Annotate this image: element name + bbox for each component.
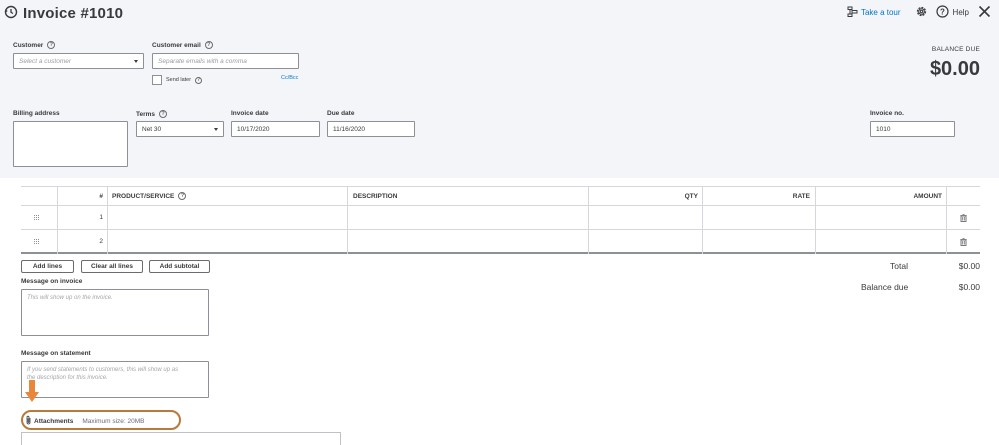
- email-label: Customer email: [152, 41, 201, 49]
- billing-address-label: Billing address: [13, 110, 60, 117]
- drag-handle-icon[interactable]: [34, 230, 40, 253]
- message-invoice-textarea[interactable]: This will show up on the invoice.: [21, 289, 209, 336]
- customer-placeholder: Select a customer: [19, 57, 72, 65]
- cc-bcc-link[interactable]: Cc/Bcc: [281, 75, 298, 81]
- balance-due-total-label: Balance due: [861, 282, 909, 292]
- clear-all-lines-button[interactable]: Clear all lines: [81, 260, 143, 273]
- due-date-label: Due date: [327, 110, 355, 117]
- close-icon[interactable]: [978, 5, 991, 20]
- billing-address-textarea[interactable]: [13, 121, 128, 167]
- invoice-date-label: Invoice date: [231, 110, 269, 117]
- terms-label: Terms: [136, 110, 156, 118]
- customer-label-row: Customer ?: [13, 41, 56, 49]
- invoice-header-panel: [0, 0, 999, 178]
- header-actions: Take a tour ? Help: [847, 4, 991, 20]
- table-row[interactable]: 1: [21, 206, 980, 230]
- question-icon[interactable]: ?: [159, 110, 168, 118]
- due-date-value: 11/16/2020: [333, 125, 366, 133]
- header-product: PRODUCT/SERVICE: [112, 192, 175, 200]
- terms-select[interactable]: Net 30: [136, 121, 224, 137]
- question-icon[interactable]: ?: [204, 41, 213, 49]
- customer-email-input[interactable]: Separate emails with a comma: [152, 53, 299, 69]
- invoice-date-input[interactable]: 10/17/2020: [231, 121, 320, 137]
- svg-text:?: ?: [940, 7, 945, 16]
- drag-handle-icon[interactable]: [34, 206, 40, 229]
- table-header: # PRODUCT/SERVICE ? DESCRIPTION QTY RATE…: [21, 186, 980, 206]
- table-row[interactable]: 2: [21, 230, 980, 254]
- chevron-down-icon: [214, 127, 218, 131]
- total-label: Total: [890, 261, 908, 271]
- question-icon[interactable]: ?: [195, 76, 203, 84]
- header-qty: QTY: [684, 192, 698, 200]
- trash-icon[interactable]: [960, 206, 967, 229]
- message-invoice-label: Message on invoice: [21, 278, 83, 285]
- column-divider: [107, 186, 108, 254]
- message-statement-label: Message on statement: [21, 350, 91, 357]
- total-value: $0.00: [958, 261, 980, 271]
- send-later-checkbox[interactable]: [152, 75, 162, 85]
- email-label-row: Customer email ?: [152, 41, 213, 49]
- terms-label-row: Terms ?: [136, 110, 168, 118]
- send-later-row: Send later ?: [152, 75, 203, 85]
- customer-label: Customer: [13, 41, 44, 49]
- take-tour-label: Take a tour: [860, 7, 901, 17]
- column-divider: [588, 186, 589, 254]
- question-icon[interactable]: ?: [178, 192, 187, 200]
- page-title: Invoice #1010: [23, 4, 124, 22]
- statement-placeholder-line1: If you send statements to customers, thi…: [27, 367, 179, 373]
- attachments-max-size: Maximum size: 20MB: [82, 417, 145, 425]
- header-number: #: [99, 192, 103, 200]
- attachments-dropzone[interactable]: [21, 432, 341, 445]
- recent-history-icon[interactable]: [4, 5, 18, 21]
- column-divider: [815, 186, 816, 254]
- balance-due-amount: $0.00: [929, 58, 980, 80]
- row-number: 1: [99, 214, 103, 221]
- column-divider: [347, 186, 348, 254]
- chevron-down-icon: [134, 59, 138, 63]
- paperclip-icon: [25, 415, 32, 427]
- header-rate: RATE: [792, 192, 810, 200]
- attachments-row: Attachments Maximum size: 20MB: [25, 415, 145, 427]
- email-placeholder: Separate emails with a comma: [158, 57, 247, 65]
- invoice-no-value: 1010: [876, 125, 891, 133]
- column-divider: [57, 186, 58, 254]
- row-number: 2: [99, 238, 103, 245]
- terms-value: Net 30: [142, 125, 162, 133]
- invoice-date-value: 10/17/2020: [237, 125, 270, 133]
- header-amount: AMOUNT: [913, 192, 942, 200]
- help-icon: ?: [935, 4, 949, 20]
- arrow-down-icon: [25, 380, 39, 402]
- column-divider: [946, 186, 947, 254]
- gear-icon[interactable]: [915, 5, 928, 20]
- header-description: DESCRIPTION: [353, 192, 398, 200]
- header-product-row: PRODUCT/SERVICE ?: [112, 187, 312, 205]
- invoice-no-label: Invoice no.: [870, 110, 904, 117]
- title-row: Invoice #1010: [4, 3, 123, 23]
- question-icon[interactable]: ?: [47, 41, 56, 49]
- help-button[interactable]: ? Help: [935, 4, 969, 20]
- due-date-input[interactable]: 11/16/2020: [327, 121, 415, 137]
- customer-select[interactable]: Select a customer: [13, 53, 144, 69]
- invoice-no-input[interactable]: 1010: [870, 121, 955, 137]
- trash-icon[interactable]: [960, 230, 967, 253]
- take-tour-link[interactable]: Take a tour: [847, 6, 901, 19]
- balance-due-label: BALANCE DUE: [931, 46, 980, 53]
- send-later-label: Send later: [166, 77, 192, 83]
- add-subtotal-button[interactable]: Add subtotal: [149, 260, 210, 273]
- tour-icon: [847, 6, 858, 19]
- statement-placeholder-line2: the description for this invoice.: [27, 375, 108, 381]
- balance-due-total-value: $0.00: [958, 282, 980, 292]
- message-invoice-placeholder: This will show up on the invoice.: [27, 295, 113, 301]
- message-statement-placeholder: If you send statements to customers, thi…: [22, 362, 208, 386]
- message-statement-textarea[interactable]: If you send statements to customers, thi…: [21, 361, 209, 398]
- help-label: Help: [952, 7, 969, 17]
- column-divider: [702, 186, 703, 254]
- attachments-label: Attachments: [34, 417, 74, 425]
- add-lines-button[interactable]: Add lines: [21, 260, 74, 273]
